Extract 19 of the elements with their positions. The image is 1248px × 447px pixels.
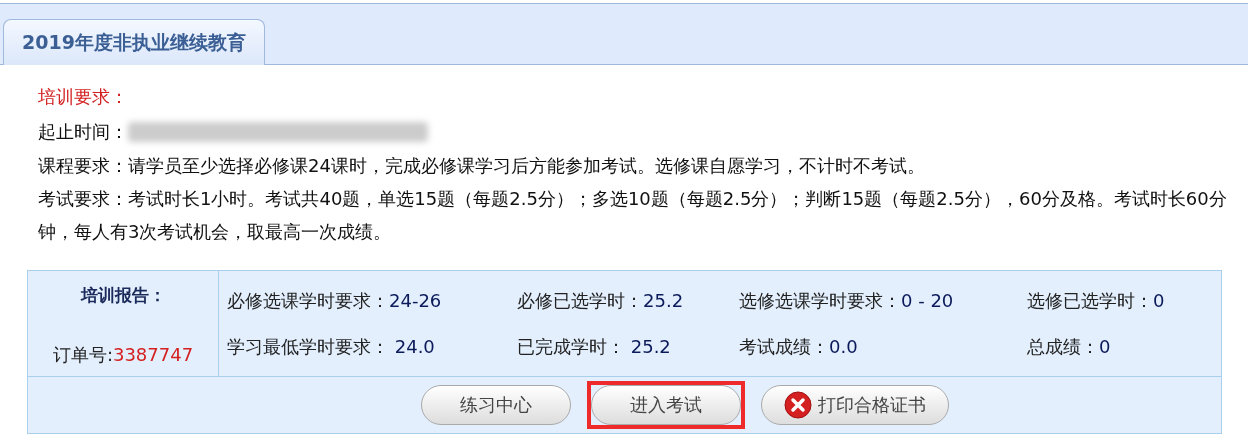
report-stat: 选修选课学时要求：0 - 20 bbox=[739, 288, 955, 313]
action-button[interactable]: 进入考试 bbox=[590, 384, 741, 425]
report-stat: 已完成学时： 25.2 bbox=[517, 334, 672, 359]
close-circle-icon bbox=[783, 390, 812, 419]
order-number: 订单号:3387747 bbox=[52, 342, 194, 367]
requirement-text: 考试要求：考试时长1小时。考试共40题，单选15题（每题2.5分）；多选10题（每题2.5分）；判断15题（每题2.5分），60分及格。考试时长60分钟，每人有3次考试机会，取最高一次成绩。 bbox=[38, 187, 1228, 244]
report-stat: 总成绩：0 bbox=[1027, 334, 1112, 359]
report-stat: 学习最低学时要求： 24.0 bbox=[227, 334, 436, 359]
action-button[interactable]: 打印合格证书 bbox=[760, 384, 949, 425]
section-heading: 培训要求： bbox=[38, 85, 128, 109]
report-stat: 考试成绩：0.0 bbox=[739, 334, 859, 359]
report-stat: 必修已选学时：25.2 bbox=[517, 288, 685, 313]
action-button[interactable]: 练习中心 bbox=[420, 384, 571, 425]
requirement-text: 课程要求：请学员至少选择必修课24课时，完成必修课学习后方能参加考试。选修课自愿学习，不计时不考试。 bbox=[38, 154, 926, 178]
period-label: 起止时间： bbox=[38, 120, 128, 144]
tab[interactable]: 2019年度非执业继续教育 bbox=[3, 19, 265, 65]
report-stat: 必修选课学时要求：24-26 bbox=[227, 288, 443, 313]
report-stat: 选修已选学时：0 bbox=[1027, 288, 1166, 313]
report-title: 培训报告： bbox=[80, 284, 166, 307]
